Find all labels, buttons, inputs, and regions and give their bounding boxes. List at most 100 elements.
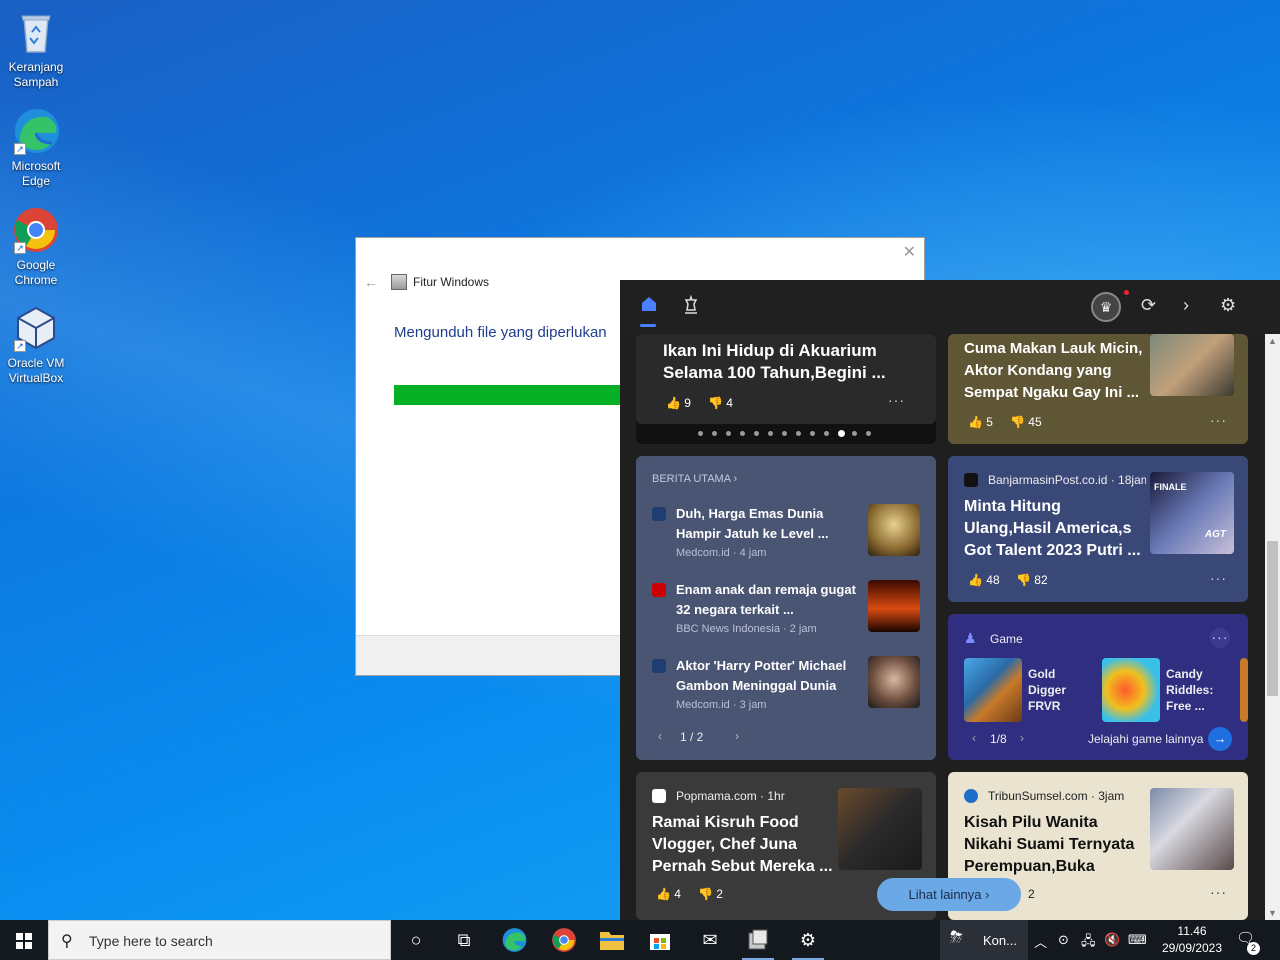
story-title[interactable]: Duh, Harga Emas Dunia Hampir Jatuh ke Le… <box>676 504 858 544</box>
clock[interactable]: 11.46 29/09/2023 <box>1158 923 1226 957</box>
panel-scrollbar[interactable]: ▲ ▼ <box>1265 334 1280 920</box>
taskbar-search-box[interactable]: ⚲ Type here to search <box>48 920 391 960</box>
more-options-icon[interactable]: ··· <box>1210 628 1230 648</box>
rewards-badge <box>1124 290 1129 295</box>
desktop-icon-recycle-bin[interactable]: Keranjang Sampah <box>4 8 68 90</box>
desktop-icon-virtualbox[interactable]: ↗ Oracle VM VirtualBox <box>4 304 68 386</box>
explore-games-link[interactable]: Jelajahi game lainnya <box>1088 732 1203 746</box>
back-arrow-icon[interactable]: ← <box>364 274 378 290</box>
card-thumbnail: FINALE AGT <box>1150 472 1234 554</box>
notification-count: 2 <box>1247 942 1260 955</box>
carousel-dot[interactable] <box>838 430 845 437</box>
see-more-button[interactable]: Lihat lainnya › <box>877 878 1021 911</box>
top-stories-card: BERITA UTAMA › Duh, Harga Emas Dunia Ham… <box>636 456 936 760</box>
taskbar-chrome-icon[interactable] <box>540 920 588 960</box>
scroll-up-icon[interactable]: ▲ <box>1265 336 1280 346</box>
carousel-dot[interactable] <box>712 431 717 436</box>
more-options-icon[interactable]: ··· <box>1210 412 1227 428</box>
close-icon[interactable]: ✕ <box>903 242 916 262</box>
settings-gear-icon[interactable]: ⚙ <box>1220 295 1236 316</box>
notification-center-icon[interactable]: 🗨 2 <box>1236 929 1260 955</box>
carousel-dots[interactable] <box>698 430 898 438</box>
carousel-dot[interactable] <box>698 431 703 436</box>
start-button[interactable] <box>0 920 48 960</box>
page-indicator: 1 / 2 <box>680 730 704 744</box>
windows-logo-icon <box>16 933 32 949</box>
scrollbar-thumb[interactable] <box>1267 541 1278 696</box>
volume-muted-icon[interactable]: 🔇 <box>1104 932 1120 948</box>
game-name: Gold Digger FRVR <box>1028 667 1067 713</box>
carousel-dot[interactable] <box>726 431 731 436</box>
like-count[interactable]: 👍 5 <box>968 415 993 429</box>
chevron-right-icon[interactable]: › <box>1183 295 1189 316</box>
mail-icon[interactable]: ✉ <box>686 920 734 960</box>
prev-page-icon[interactable]: ‹ <box>972 731 976 745</box>
microsoft-store-icon[interactable] <box>636 920 684 960</box>
scroll-down-icon[interactable]: ▼ <box>1265 908 1280 918</box>
card-thumbnail <box>838 788 922 870</box>
desktop-icon-label: Microsoft Edge <box>11 159 61 188</box>
carousel-dot[interactable] <box>768 431 773 436</box>
story-item[interactable]: Aktor 'Harry Potter' Michael Gambon Meni… <box>652 656 922 716</box>
card-headline[interactable]: Cuma Makan Lauk Micin, Aktor Kondang yan… <box>964 338 1150 404</box>
thumbnail-caption: FINALE <box>1154 482 1187 492</box>
story-title[interactable]: Aktor 'Harry Potter' Michael Gambon Meni… <box>676 656 858 696</box>
show-hidden-icons-icon[interactable]: ︿ <box>1034 932 1047 951</box>
next-page-icon[interactable]: › <box>1020 731 1024 745</box>
game-tile[interactable]: Gold Digger FRVR <box>964 658 1084 722</box>
game-tile-peek <box>1240 658 1248 722</box>
taskbar-windows-features-icon[interactable] <box>734 920 782 960</box>
arrow-right-icon[interactable]: → <box>1208 727 1232 751</box>
carousel-dot[interactable] <box>852 431 857 436</box>
desktop-icon-chrome[interactable]: ↗ Google Chrome <box>4 206 68 288</box>
carousel-dot[interactable] <box>782 431 787 436</box>
like-count[interactable]: 👍 48 <box>968 573 1000 587</box>
more-options-icon[interactable]: ··· <box>1210 884 1227 900</box>
like-count[interactable]: 👍 4 <box>656 887 681 901</box>
carousel-dot[interactable] <box>824 431 829 436</box>
carousel-headline[interactable]: Ikan Ini Hidup di Akuarium Selama 100 Ta… <box>663 340 913 384</box>
like-count[interactable]: 👍 9 <box>666 396 691 410</box>
carousel-dot[interactable] <box>796 431 801 436</box>
dislike-count[interactable]: 👎 4 <box>708 396 733 410</box>
carousel-dot[interactable] <box>740 431 745 436</box>
carousel-dot[interactable] <box>810 431 815 436</box>
story-title[interactable]: Enam anak dan remaja gugat 32 negara ter… <box>676 580 858 620</box>
carousel-dot[interactable] <box>754 431 759 436</box>
cortana-icon[interactable]: ○ <box>392 920 440 960</box>
refresh-icon[interactable]: ⟳ <box>1141 295 1156 316</box>
story-item[interactable]: Enam anak dan remaja gugat 32 negara ter… <box>652 580 922 640</box>
network-icon[interactable]: 🖧 <box>1081 932 1096 954</box>
more-options-icon[interactable]: ··· <box>1210 570 1227 586</box>
task-view-icon[interactable]: ⧉ <box>440 920 488 960</box>
dislike-count[interactable]: 👎 45 <box>1010 415 1042 429</box>
next-page-icon[interactable]: › <box>735 729 739 743</box>
file-explorer-icon[interactable] <box>588 920 636 960</box>
story-item[interactable]: Duh, Harga Emas Dunia Hampir Jatuh ke Le… <box>652 504 922 564</box>
home-icon[interactable] <box>640 295 658 318</box>
taskbar-settings-icon[interactable]: ⚙ <box>784 920 832 960</box>
chess-icon[interactable] <box>681 294 701 320</box>
carousel-dot[interactable] <box>866 431 871 436</box>
recycle-bin-icon <box>12 8 60 56</box>
news-weather-button[interactable]: ⛈ Kon... <box>940 920 1028 960</box>
meet-now-icon[interactable]: ⊙ <box>1058 932 1069 948</box>
taskbar-edge-icon[interactable] <box>490 920 538 960</box>
rewards-icon[interactable]: ♛ <box>1091 292 1121 322</box>
game-tile[interactable]: Candy Riddles: Free ... <box>1102 658 1222 722</box>
dislike-count[interactable]: 👎 2 <box>698 887 723 901</box>
news-card-micin[interactable]: Cuma Makan Lauk Micin, Aktor Kondang yan… <box>948 334 1248 444</box>
search-icon: ⚲ <box>61 933 73 950</box>
dislike-value: 45 <box>1028 415 1042 429</box>
desktop-icon-edge[interactable]: ↗ Microsoft Edge <box>4 107 68 189</box>
news-card-carousel[interactable]: Ikan Ini Hidup di Akuarium Selama 100 Ta… <box>636 334 936 444</box>
card-headline[interactable]: Minta Hitung Ulang,Hasil America,s Got T… <box>964 496 1150 562</box>
news-card-agt[interactable]: BanjarmasinPost.co.id · 18jam Minta Hitu… <box>948 456 1248 602</box>
section-label[interactable]: BERITA UTAMA › <box>652 473 737 485</box>
dislike-count[interactable]: 👎 82 <box>1016 573 1048 587</box>
prev-page-icon[interactable]: ‹ <box>658 729 662 743</box>
more-options-icon[interactable]: ··· <box>888 392 905 408</box>
card-headline[interactable]: Ramai Kisruh Food Vlogger, Chef Juna Per… <box>652 812 838 878</box>
desktop-icon-label: Google Chrome <box>14 258 58 287</box>
keyboard-icon[interactable]: ⌨ <box>1128 932 1147 948</box>
